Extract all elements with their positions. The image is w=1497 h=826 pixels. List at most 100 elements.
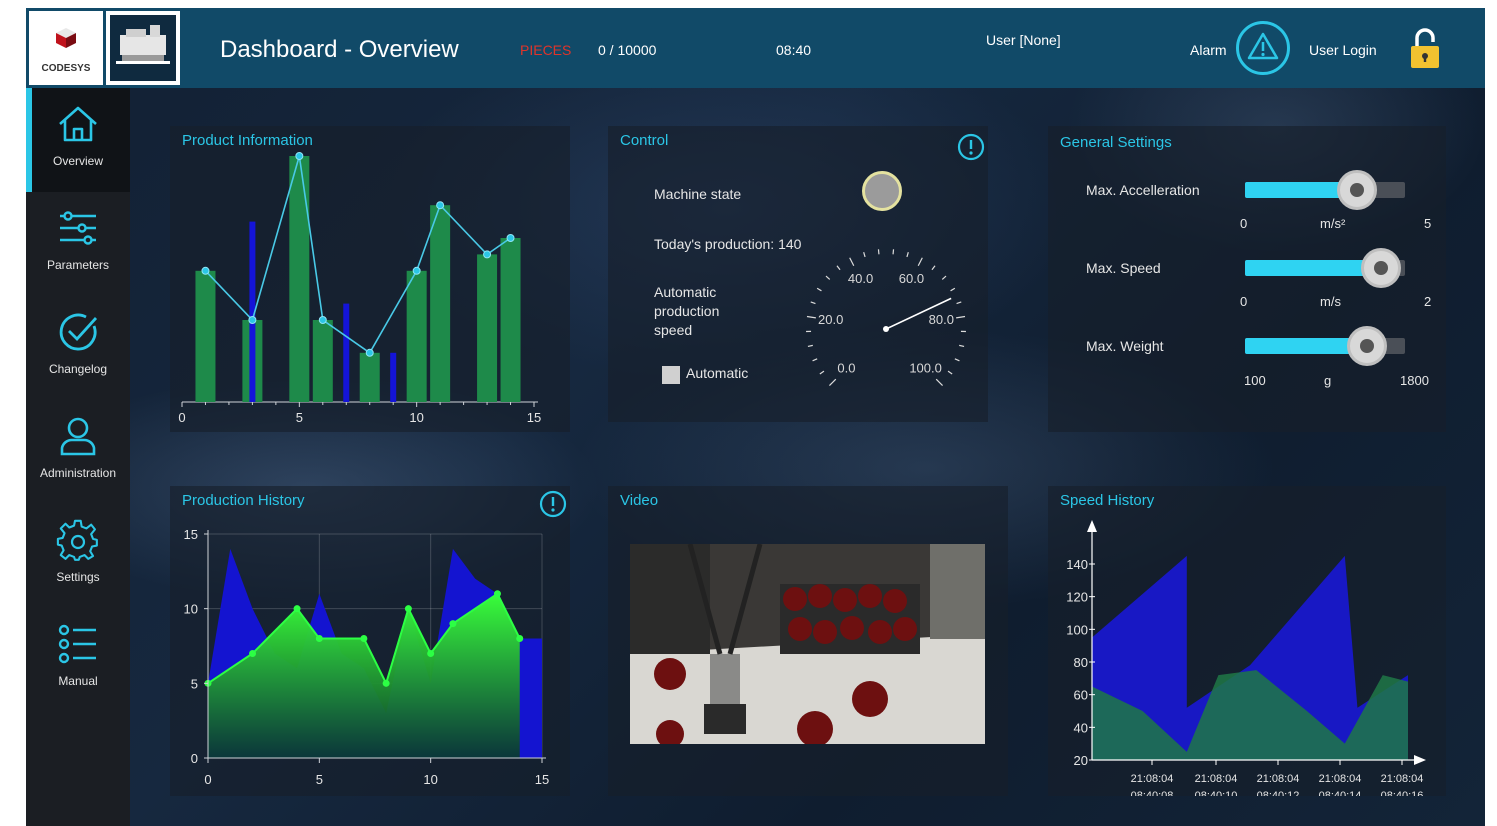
green-bar bbox=[312, 320, 333, 402]
gauge-tick-label: 0.0 bbox=[837, 361, 855, 376]
header-bar: CODESYS Dashboard - Overview PIECES 0 / … bbox=[26, 8, 1485, 88]
green-point bbox=[516, 635, 524, 643]
green-point bbox=[449, 620, 457, 628]
codesys-cube-icon bbox=[56, 28, 76, 48]
gauge-tick bbox=[863, 252, 866, 258]
slider-thumb[interactable] bbox=[1347, 326, 1387, 366]
max-speed-label: Max. Speed bbox=[1086, 260, 1161, 276]
user-icon bbox=[60, 417, 96, 456]
green-point bbox=[493, 590, 501, 598]
video-frame-image bbox=[630, 544, 985, 744]
alarm-button[interactable] bbox=[1236, 21, 1290, 75]
max-weight-unit: g bbox=[1324, 373, 1332, 388]
speed-gauge: 0.0 20.0 40.0 60.0 80.0 100.0 bbox=[806, 249, 966, 386]
user-login-label[interactable]: User Login bbox=[1309, 42, 1377, 58]
gauge-tick bbox=[954, 358, 960, 362]
line-point bbox=[201, 266, 210, 275]
green-point bbox=[404, 605, 412, 613]
page-title: Dashboard - Overview bbox=[220, 36, 459, 63]
sidebar-item-parameters[interactable]: Parameters bbox=[26, 192, 130, 296]
green-point bbox=[427, 649, 435, 657]
green-bar bbox=[195, 270, 216, 402]
video-title: Video bbox=[620, 492, 659, 509]
production-history-chart: 0 5 10 15 0 5 10 15 bbox=[184, 527, 550, 787]
green-bar bbox=[406, 270, 427, 402]
y-tick-label: 5 bbox=[191, 676, 198, 691]
max-speed-min: 0 bbox=[1240, 294, 1248, 309]
sidebar-item-changelog[interactable]: Changelog bbox=[26, 296, 130, 400]
home-icon bbox=[59, 106, 97, 142]
x-tick-label-date: 21:08:04 bbox=[1131, 773, 1174, 785]
control-title: Control bbox=[620, 132, 669, 149]
sidebar-item-label: Parameters bbox=[46, 258, 110, 272]
y-tick-label: 15 bbox=[184, 527, 198, 542]
gauge-tick bbox=[807, 344, 813, 348]
gauge-tick bbox=[829, 378, 837, 386]
gauge-pivot bbox=[883, 326, 889, 332]
sidebar-item-settings[interactable]: Settings bbox=[26, 504, 130, 608]
green-bar bbox=[477, 254, 498, 402]
gauge-tick bbox=[849, 257, 855, 267]
gauge-tick bbox=[956, 315, 966, 319]
x-tick-label: 15 bbox=[535, 772, 549, 787]
sidebar-item-manual[interactable]: Manual bbox=[26, 608, 130, 712]
x-tick-label-time: 08:40:16 bbox=[1381, 790, 1424, 796]
green-bar bbox=[289, 156, 310, 402]
blue-bar bbox=[343, 303, 350, 402]
warning-icon bbox=[1247, 32, 1279, 60]
machine-logo bbox=[106, 11, 180, 85]
slider-thumb[interactable] bbox=[1337, 170, 1377, 210]
max-acceleration-label: Max. Accelleration bbox=[1086, 182, 1200, 198]
machine-state-indicator bbox=[862, 171, 902, 211]
speed-label-line2: production bbox=[654, 303, 720, 319]
product-information-panel: Product Information 0 5 10 15 bbox=[170, 126, 570, 432]
gauge-tick-label: 40.0 bbox=[848, 271, 873, 286]
x-tick-label: 10 bbox=[423, 772, 437, 787]
video-feed[interactable] bbox=[630, 544, 985, 744]
pieces-counter: 0 / 10000 bbox=[598, 42, 657, 58]
max-weight-min: 100 bbox=[1244, 373, 1266, 388]
speed-label-line1: Automatic bbox=[654, 284, 717, 300]
max-acceleration-slider[interactable] bbox=[1245, 170, 1405, 210]
max-speed-slider[interactable] bbox=[1245, 248, 1405, 288]
y-tick-label: 40 bbox=[1074, 720, 1088, 735]
x-tick-label-time: 08:40:12 bbox=[1257, 790, 1300, 796]
sidebar-item-administration[interactable]: Administration bbox=[26, 400, 130, 504]
speed-label-line3: speed bbox=[654, 322, 693, 338]
green-bar bbox=[359, 352, 380, 402]
max-speed-max: 2 bbox=[1424, 294, 1432, 309]
x-tick-label: 10 bbox=[409, 410, 423, 425]
x-axis-arrow bbox=[1414, 755, 1426, 765]
lock-icon[interactable] bbox=[1408, 26, 1442, 72]
x-tick-label: 0 bbox=[178, 410, 185, 425]
x-tick-label-time: 08:40:08 bbox=[1131, 790, 1174, 796]
line-point bbox=[436, 201, 445, 210]
max-weight-slider[interactable] bbox=[1245, 326, 1405, 366]
slider-thumb[interactable] bbox=[1361, 248, 1401, 288]
green-point bbox=[315, 635, 323, 643]
codesys-logo: CODESYS bbox=[29, 11, 103, 85]
green-point bbox=[382, 679, 390, 687]
sidebar-item-overview[interactable]: Overview bbox=[26, 88, 130, 192]
machine-state-label: Machine state bbox=[654, 186, 742, 202]
hmi-app: CODESYS Dashboard - Overview PIECES 0 / … bbox=[26, 8, 1485, 826]
line-point bbox=[412, 266, 421, 275]
gauge-tick bbox=[931, 265, 936, 271]
y-tick-label: 120 bbox=[1066, 590, 1088, 605]
gauge-tick bbox=[935, 378, 943, 386]
machine-icon bbox=[116, 25, 170, 64]
clock: 08:40 bbox=[776, 42, 812, 58]
gauge-tick bbox=[806, 315, 816, 319]
sliders-icon bbox=[60, 211, 96, 245]
x-tick-label-time: 08:40:10 bbox=[1195, 790, 1238, 796]
line-point bbox=[248, 316, 257, 324]
speed-history-panel: Speed History 20 40 60 80 100 120 140 21:08:04 0… bbox=[1048, 486, 1446, 796]
info-alert-icon[interactable] bbox=[956, 132, 986, 162]
sidebar-item-label: Settings bbox=[56, 570, 100, 584]
gauge-tick-label: 20.0 bbox=[818, 312, 843, 327]
max-speed-unit: m/s bbox=[1320, 294, 1341, 309]
green-bar bbox=[500, 238, 521, 402]
y-tick-label: 100 bbox=[1066, 622, 1088, 637]
automatic-checkbox[interactable] bbox=[662, 366, 680, 384]
max-weight-max: 1800 bbox=[1400, 373, 1429, 388]
